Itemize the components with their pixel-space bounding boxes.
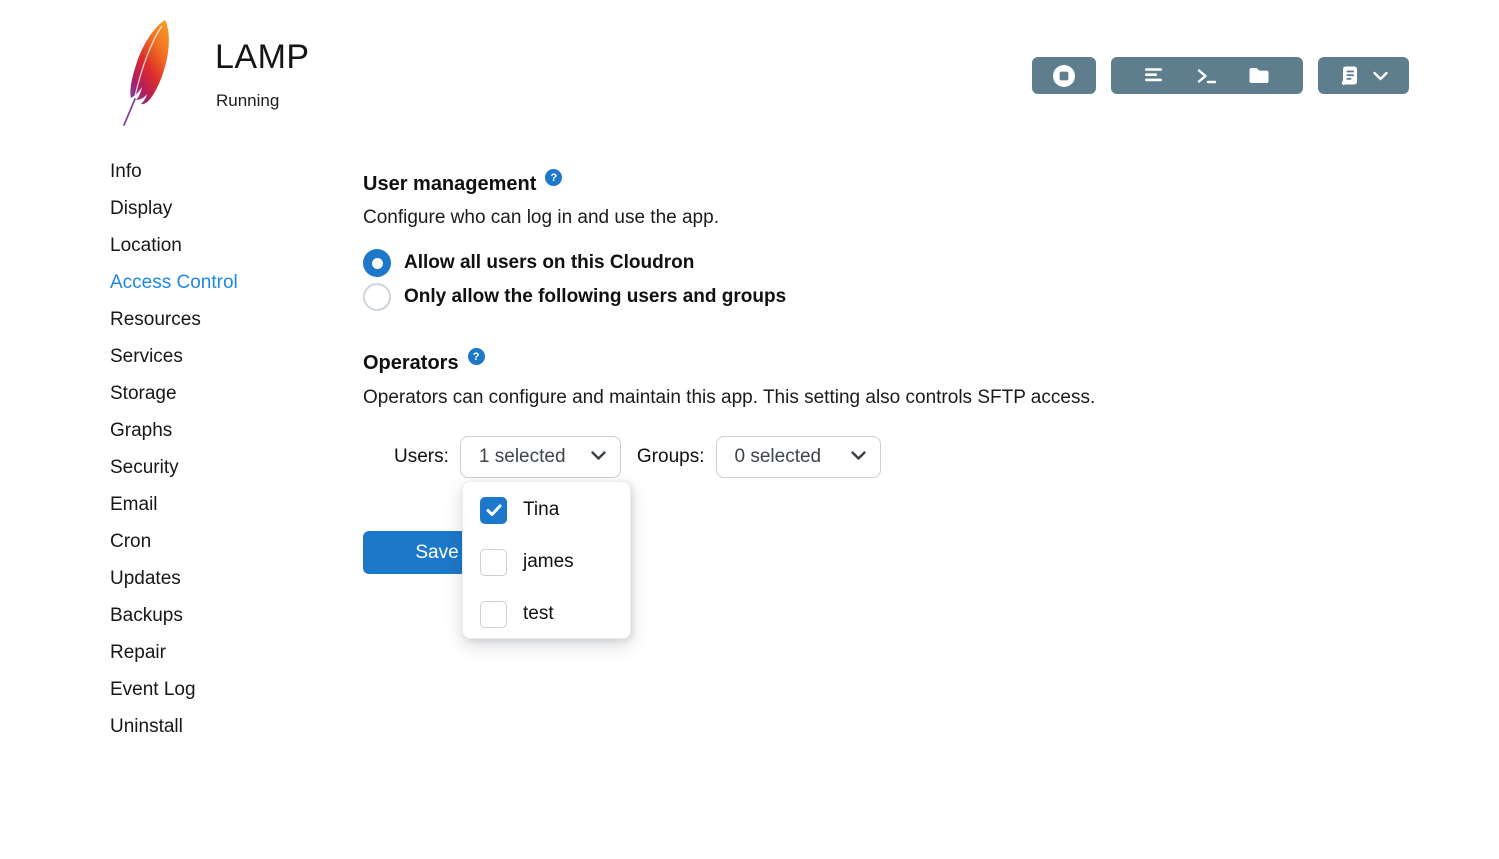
radio-allow-all-users[interactable]: Allow all users on this Cloudron (363, 246, 786, 280)
sidebar-item-resources[interactable]: Resources (110, 301, 238, 338)
checkbox-icon[interactable] (480, 497, 507, 524)
checkbox-icon[interactable] (480, 549, 507, 576)
sidebar-item-backups[interactable]: Backups (110, 597, 238, 634)
app-settings-page: LAMP Running (0, 0, 1499, 859)
sidebar-item-access-control[interactable]: Access Control (110, 264, 238, 301)
apache-feather-logo (116, 18, 182, 128)
groups-multiselect[interactable]: 0 selected (716, 436, 881, 478)
operators-description: Operators can configure and maintain thi… (363, 387, 1095, 409)
radio-only-allow-listed[interactable]: Only allow the following users and group… (363, 280, 786, 314)
stop-circle-icon (1051, 63, 1077, 89)
users-label: Users: (394, 446, 449, 468)
chevron-down-icon (590, 446, 607, 468)
user-option-tina[interactable]: Tina (463, 484, 630, 536)
radio-button-icon[interactable] (363, 249, 391, 277)
sidebar-item-uninstall[interactable]: Uninstall (110, 708, 238, 745)
sidebar-item-graphs[interactable]: Graphs (110, 412, 238, 449)
sidebar-item-cron[interactable]: Cron (110, 523, 238, 560)
users-multiselect[interactable]: 1 selected (460, 436, 621, 478)
chevron-down-icon (1372, 70, 1389, 82)
users-dropdown-panel: Tina james test (462, 481, 631, 639)
sidebar-item-repair[interactable]: Repair (110, 634, 238, 671)
terminal-icon[interactable] (1196, 66, 1217, 86)
sidebar-item-storage[interactable]: Storage (110, 375, 238, 412)
sidebar-item-location[interactable]: Location (110, 227, 238, 264)
groups-label: Groups: (637, 446, 705, 468)
journal-icon (1339, 65, 1360, 87)
sidebar-item-info[interactable]: Info (110, 153, 238, 190)
user-management-description: Configure who can log in and use the app… (363, 207, 719, 229)
checkbox-icon[interactable] (480, 601, 507, 628)
sidebar-item-email[interactable]: Email (110, 486, 238, 523)
app-status: Running (216, 91, 279, 111)
sidebar-item-security[interactable]: Security (110, 449, 238, 486)
logs-icon[interactable] (1144, 66, 1165, 86)
sidebar-item-event-log[interactable]: Event Log (110, 671, 238, 708)
app-title: LAMP (215, 38, 310, 77)
operators-title: Operators ? (363, 352, 485, 375)
chevron-down-icon (850, 446, 867, 468)
user-option-james[interactable]: james (463, 536, 630, 588)
logbook-menu-button[interactable] (1318, 57, 1409, 94)
users-selected-count: 1 selected (479, 446, 566, 468)
groups-selected-count: 0 selected (735, 446, 822, 468)
user-option-test[interactable]: test (463, 588, 630, 639)
settings-sidebar: Info Display Location Access Control Res… (110, 153, 238, 745)
stop-app-button[interactable] (1032, 57, 1096, 94)
sidebar-item-updates[interactable]: Updates (110, 560, 238, 597)
user-management-title: User management ? (363, 173, 562, 196)
sidebar-item-services[interactable]: Services (110, 338, 238, 375)
operators-controls-row: Users: 1 selected Groups: 0 selected (394, 436, 881, 478)
radio-button-icon[interactable] (363, 283, 391, 311)
help-icon[interactable]: ? (468, 348, 485, 365)
access-mode-radio-group: Allow all users on this Cloudron Only al… (363, 246, 786, 314)
sidebar-item-display[interactable]: Display (110, 190, 238, 227)
folder-icon[interactable] (1248, 66, 1270, 85)
tools-button-group (1111, 57, 1303, 94)
help-icon[interactable]: ? (545, 169, 562, 186)
